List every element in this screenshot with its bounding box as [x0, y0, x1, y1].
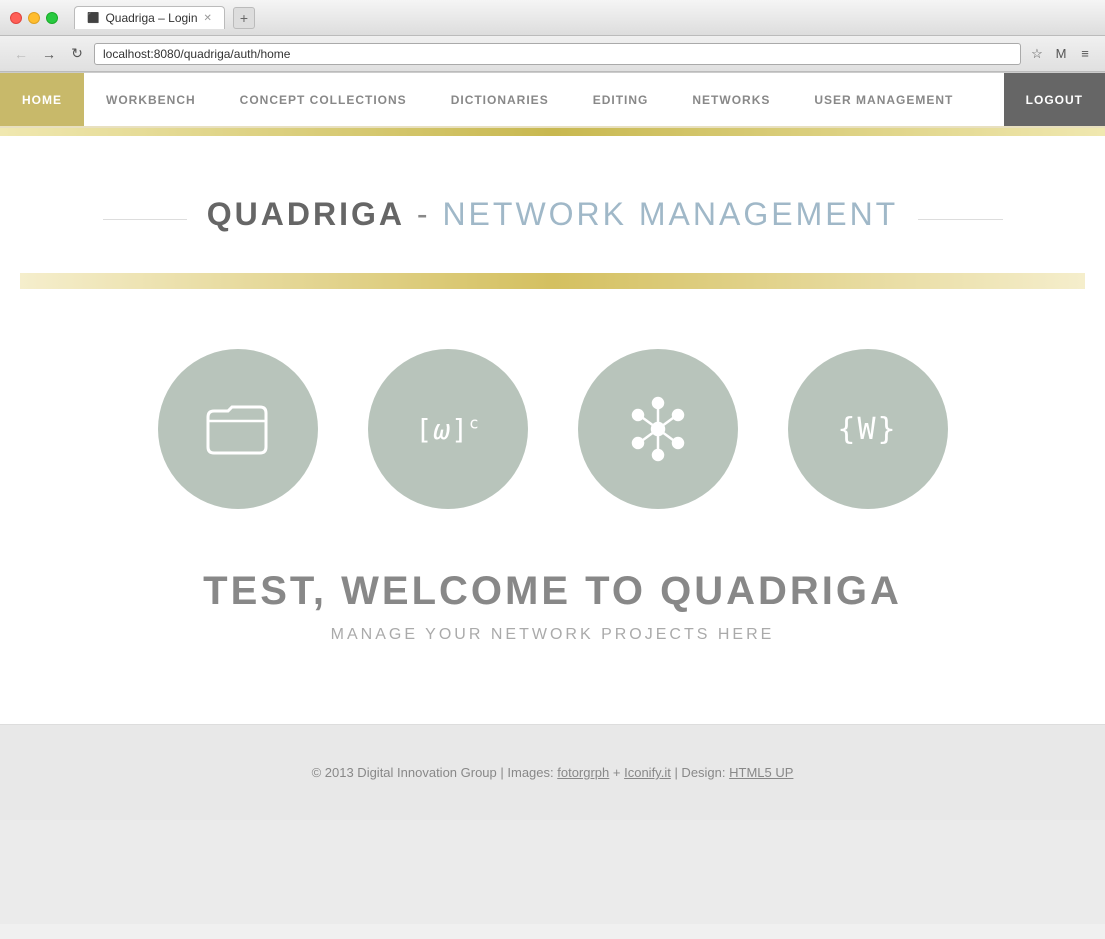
title-separator: - [405, 196, 442, 232]
footer-text: © 2013 Digital Innovation Group | Images… [20, 765, 1085, 780]
footer-link-fotorgrph[interactable]: fotorgrph [557, 765, 609, 780]
address-bar[interactable] [94, 43, 1021, 65]
nav-networks[interactable]: NETWORKS [670, 73, 792, 126]
icon-workbench[interactable]: {W} [788, 349, 948, 509]
refresh-button[interactable]: ↻ [66, 43, 88, 65]
page: HOME WORKBENCH CONCEPT COLLECTIONS DICTI… [0, 73, 1105, 924]
nav-editing[interactable]: EDITING [571, 73, 671, 126]
divider-left [103, 219, 187, 220]
nav-user-management[interactable]: USER MANAGEMENT [792, 73, 975, 126]
nav-workbench[interactable]: WORKBENCH [84, 73, 218, 126]
mid-gold-strip [20, 273, 1085, 289]
hero-section: QUADRIGA - NETWORK MANAGEMENT [ω]c [0, 136, 1105, 724]
welcome-subtitle: MANAGE YOUR NETWORK PROJECTS HERE [203, 626, 902, 644]
icon-network[interactable] [578, 349, 738, 509]
browser-tab[interactable]: ⬛ Quadriga – Login ✕ [74, 6, 225, 29]
nav-logout[interactable]: LOGOUT [1004, 73, 1105, 126]
title-brand: QUADRIGA [207, 196, 405, 232]
concept-text: [ω]c [415, 413, 479, 446]
icon-concept[interactable]: [ω]c [368, 349, 528, 509]
menu-icon[interactable]: ≡ [1075, 44, 1095, 64]
main-nav: HOME WORKBENCH CONCEPT COLLECTIONS DICTI… [0, 73, 1105, 128]
divider-right [918, 219, 1002, 220]
title-bar: ⬛ Quadriga – Login ✕ + [0, 0, 1105, 36]
icon-folder[interactable] [158, 349, 318, 509]
footer: © 2013 Digital Innovation Group | Images… [0, 724, 1105, 820]
welcome-title: TEST, WELCOME TO QUADRIGA [203, 569, 902, 614]
title-subtitle: NETWORK MANAGEMENT [442, 196, 898, 232]
nav-dictionaries[interactable]: DICTIONARIES [429, 73, 571, 126]
browser-toolbar: ← → ↻ ☆ M ≡ [0, 36, 1105, 72]
window-controls [10, 12, 58, 24]
nav-concept-collections[interactable]: CONCEPT COLLECTIONS [218, 73, 429, 126]
browser-chrome: ⬛ Quadriga – Login ✕ + ← → ↻ ☆ M ≡ [0, 0, 1105, 73]
minimize-button[interactable] [28, 12, 40, 24]
footer-link-html5up[interactable]: HTML5 UP [729, 765, 793, 780]
welcome-text: TEST, WELCOME TO QUADRIGA MANAGE YOUR NE… [203, 569, 902, 644]
tab-favicon: ⬛ [87, 13, 99, 24]
nav-home[interactable]: HOME [0, 73, 84, 126]
back-button[interactable]: ← [10, 43, 32, 65]
tab-title: Quadriga – Login [105, 11, 197, 25]
bottom-area: © 2013 Digital Innovation Group | Images… [0, 724, 1105, 924]
gmail-icon[interactable]: M [1051, 44, 1071, 64]
gold-strip [0, 128, 1105, 136]
title-wrapper: QUADRIGA - NETWORK MANAGEMENT [103, 196, 1003, 243]
close-button[interactable] [10, 12, 22, 24]
footer-link-iconify[interactable]: Iconify.it [624, 765, 671, 780]
network-svg [618, 389, 698, 469]
maximize-button[interactable] [46, 12, 58, 24]
workbench-text: {W} [837, 412, 897, 447]
tab-close-icon[interactable]: ✕ [204, 13, 212, 24]
new-tab-button[interactable]: + [233, 7, 255, 29]
icons-row: [ω]c [158, 349, 948, 509]
main-title: QUADRIGA - NETWORK MANAGEMENT [207, 196, 898, 233]
forward-button[interactable]: → [38, 43, 60, 65]
toolbar-right: ☆ M ≡ [1027, 44, 1095, 64]
folder-svg [198, 389, 278, 469]
bookmark-icon[interactable]: ☆ [1027, 44, 1047, 64]
